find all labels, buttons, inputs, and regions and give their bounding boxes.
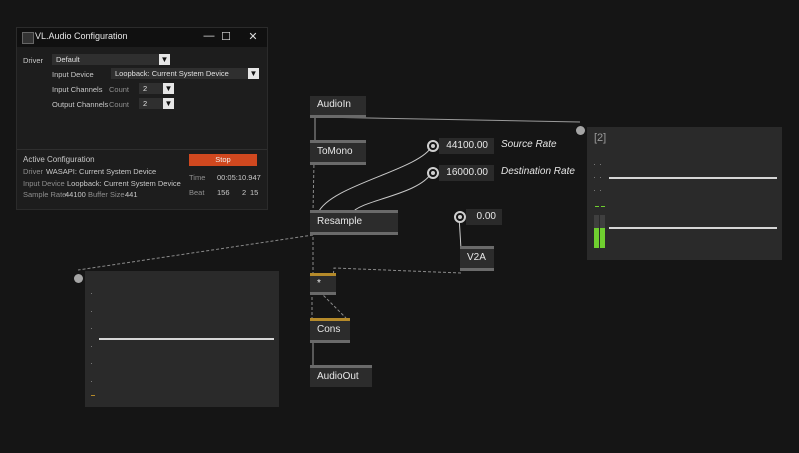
active-driver-label: Driver	[23, 167, 43, 176]
input-device-label: Input Device	[52, 70, 94, 79]
waveform-tick	[91, 293, 92, 294]
sample-rate-value: 44100	[65, 190, 86, 199]
waveform-tick	[91, 363, 92, 364]
scope-panel-header: [2]	[594, 132, 607, 144]
chevron-down-icon[interactable]: ▼	[163, 83, 174, 94]
maximize-icon[interactable]: ☐	[218, 30, 234, 43]
destination-rate-handle-icon[interactable]	[427, 167, 439, 179]
source-rate-caption: Source Rate	[501, 139, 557, 150]
node-multiply-label: *	[310, 276, 336, 292]
scope-tick	[600, 164, 601, 165]
beat-value: 156	[217, 188, 230, 197]
node-v2a-output-pins[interactable]	[460, 268, 494, 271]
buffer-size-label: Buffer Size	[88, 190, 125, 199]
scope-tick	[600, 190, 601, 191]
node-cons[interactable]: Cons	[310, 318, 350, 343]
sample-rate-label: Sample Rate	[23, 190, 67, 199]
scope-tick	[600, 177, 601, 178]
chevron-down-icon[interactable]: ▼	[248, 68, 259, 79]
active-driver-value: WASAPI: Current System Device	[46, 167, 157, 176]
node-audioout-label: AudioOut	[310, 368, 372, 387]
waveform-marker	[91, 395, 95, 396]
waveform-line	[99, 338, 274, 340]
app-icon	[22, 32, 34, 44]
node-audioin[interactable]: AudioIn	[310, 96, 366, 118]
beat-bar-value: 2	[242, 188, 247, 197]
time-label: Time	[189, 173, 206, 182]
time-value: 00:05:10.947	[217, 173, 261, 182]
scope-tick	[594, 177, 595, 178]
output-count-label: Count	[109, 100, 130, 109]
node-cons-output-pins[interactable]	[310, 340, 350, 343]
waveform-panel-handle-icon[interactable]	[74, 274, 83, 283]
input-device-select[interactable]: Loopback: Current System Device	[111, 68, 249, 79]
link-tomono-resample	[312, 159, 315, 214]
node-v2a[interactable]: V2A	[460, 246, 494, 271]
link-resample-scope	[77, 234, 314, 271]
close-icon[interactable]: ✕	[245, 30, 261, 43]
node-audioin-label: AudioIn	[310, 96, 366, 115]
node-resample-label: Resample	[310, 213, 398, 232]
active-config-heading: Active Configuration	[23, 155, 95, 164]
waveform-tick	[91, 381, 92, 382]
input-count-label: Count	[109, 85, 130, 94]
v2a-input-iobox[interactable]: 0.00	[466, 209, 502, 225]
audio-config-window: VL.Audio Configuration — ☐ ✕ Driver Defa…	[16, 27, 268, 210]
scope-panel-handle-icon[interactable]	[576, 126, 585, 135]
beat-tick-value: 15	[250, 188, 259, 197]
driver-select[interactable]: Default	[52, 54, 160, 65]
stop-button[interactable]: Stop	[189, 154, 257, 166]
level-meter-left-fill	[594, 228, 599, 248]
level-meter-left	[594, 215, 599, 248]
waveform-tick	[91, 328, 92, 329]
link-v2a-multiply	[332, 267, 462, 278]
scope-tick	[594, 164, 595, 165]
link-multiply-cons-b	[319, 291, 347, 319]
link-destination-rate-resample	[351, 171, 433, 214]
node-v2a-label: V2A	[460, 249, 494, 268]
chevron-down-icon[interactable]: ▼	[163, 98, 174, 109]
scope-waveform-channel-1	[609, 177, 777, 179]
output-channels-label: Output Channels	[52, 100, 109, 109]
output-count-select[interactable]: 2	[139, 98, 163, 109]
level-meter-right	[600, 215, 605, 248]
destination-rate-caption: Destination Rate	[501, 166, 575, 177]
waveform-panel	[85, 271, 279, 407]
node-resample[interactable]: Resample	[310, 210, 398, 235]
node-audioin-output-pins[interactable]	[310, 115, 366, 118]
chevron-down-icon[interactable]: ▼	[159, 54, 170, 65]
source-rate-iobox[interactable]: 44100.00	[439, 138, 494, 154]
waveform-tick	[91, 311, 92, 312]
node-tomono-label: ToMono	[310, 143, 366, 162]
node-multiply-output-pins[interactable]	[310, 292, 336, 295]
node-tomono[interactable]: ToMono	[310, 140, 366, 165]
scope-panel: [2]	[587, 127, 782, 260]
window-title: VL.Audio Configuration	[35, 31, 128, 41]
v2a-input-handle-icon[interactable]	[454, 211, 466, 223]
window-divider	[17, 149, 267, 150]
input-channels-label: Input Channels	[52, 85, 103, 94]
level-meter-right-fill	[600, 228, 605, 248]
meter-peak-left	[595, 206, 599, 207]
node-cons-label: Cons	[310, 321, 350, 340]
source-rate-handle-icon[interactable]	[427, 140, 439, 152]
scope-tick	[594, 190, 595, 191]
node-audioout[interactable]: AudioOut	[310, 365, 372, 387]
beat-label: Beat	[189, 188, 205, 197]
node-tomono-output-pins[interactable]	[310, 162, 366, 165]
meter-peak-right	[601, 206, 605, 207]
active-input-label: Input Device	[23, 179, 65, 188]
driver-label: Driver	[23, 56, 43, 65]
buffer-size-value: 441	[125, 190, 138, 199]
minimize-icon[interactable]: —	[201, 30, 217, 42]
node-multiply[interactable]: *	[310, 273, 336, 295]
destination-rate-iobox[interactable]: 16000.00	[439, 165, 494, 181]
window-titlebar[interactable]: VL.Audio Configuration — ☐ ✕	[17, 28, 267, 47]
active-input-value: Loopback: Current System Device	[67, 179, 181, 188]
node-resample-output-pins[interactable]	[310, 232, 398, 235]
waveform-tick	[91, 346, 92, 347]
input-count-select[interactable]: 2	[139, 83, 163, 94]
scope-waveform-channel-2	[609, 227, 777, 229]
